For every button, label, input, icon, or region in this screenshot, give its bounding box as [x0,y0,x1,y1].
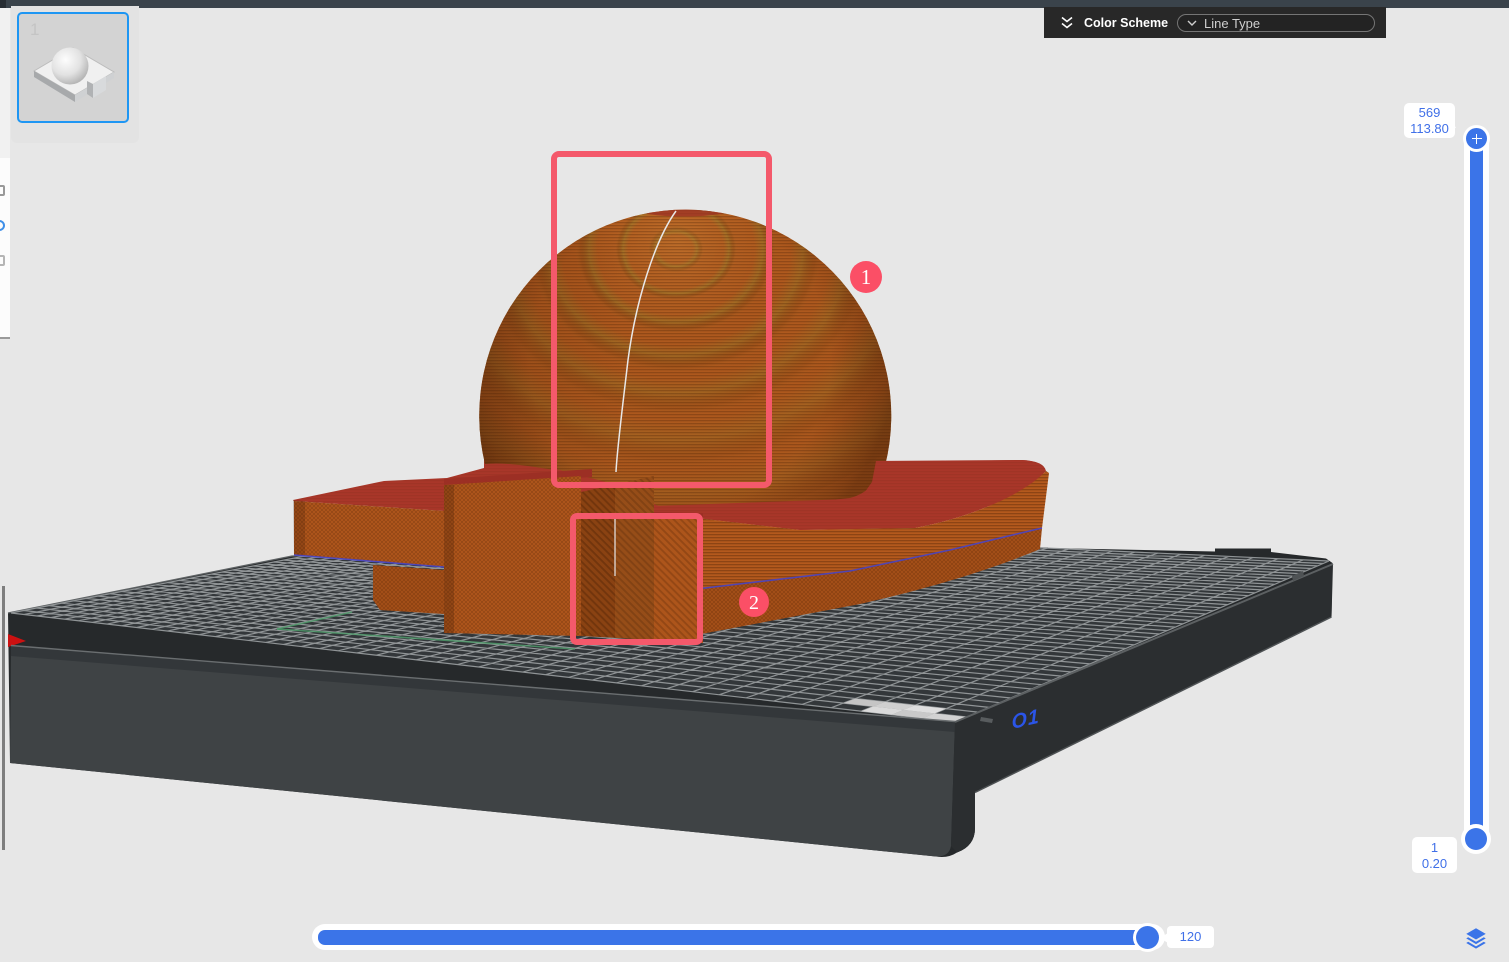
svg-text:1: 1 [861,265,872,289]
svg-text:2: 2 [749,592,759,614]
